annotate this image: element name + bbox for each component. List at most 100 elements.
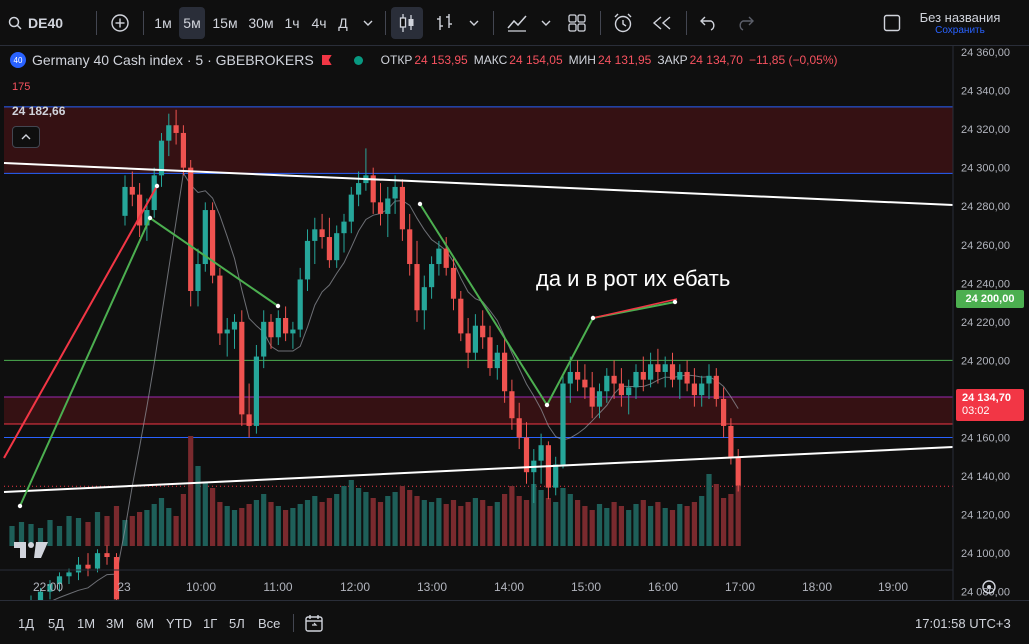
layouts-button[interactable] — [563, 7, 591, 39]
drawing-anchor-point — [275, 303, 281, 309]
compare-button[interactable] — [106, 7, 134, 39]
timeframe-d[interactable]: Д — [333, 7, 353, 39]
divider — [385, 11, 386, 35]
candle-body — [275, 317, 281, 338]
volume-bar — [545, 498, 551, 546]
volume-bar — [239, 508, 245, 546]
drawing-anchor-point — [590, 315, 596, 321]
indicators-button[interactable] — [432, 7, 458, 39]
candle-body — [560, 383, 566, 465]
price-tick-label: 24 300,00 — [961, 163, 1010, 175]
volume-bar — [516, 496, 522, 546]
range-1y[interactable]: 1Г — [203, 612, 217, 634]
alert-button[interactable] — [609, 7, 637, 39]
volume-bar — [253, 500, 259, 546]
volume-bar — [104, 516, 110, 546]
drawing-anchor-point — [672, 299, 678, 305]
undo-button[interactable] — [695, 7, 723, 39]
volume-bar — [122, 520, 128, 546]
range-ytd[interactable]: YTD — [166, 612, 192, 634]
volume-bar — [348, 480, 354, 546]
candles-type-button[interactable] — [391, 7, 423, 39]
goto-date-button[interactable] — [304, 612, 324, 634]
clock-timezone[interactable]: 17:01:58 UTC+3 — [915, 612, 1011, 634]
volume-bar — [626, 510, 632, 546]
volume-bar — [341, 486, 347, 546]
time-axis-settings-button[interactable] — [980, 578, 998, 601]
resistance-zone — [4, 106, 953, 174]
volume-bar — [166, 508, 172, 546]
volume-bar — [633, 504, 639, 546]
timeframe-label: 30м — [248, 15, 274, 31]
time-tick-label: 15:00 — [571, 580, 601, 594]
timeframe-5m[interactable]: 5м — [179, 7, 205, 39]
market-status-dot — [353, 55, 363, 65]
timeframe-label: Д — [338, 15, 348, 31]
volume-bar — [137, 512, 143, 546]
timeframe-30m[interactable]: 30м — [245, 7, 277, 39]
timeframe-1m[interactable]: 1м — [150, 7, 176, 39]
indicators-dropdown[interactable] — [536, 7, 556, 39]
redo-button[interactable] — [731, 7, 759, 39]
candle-body — [575, 371, 581, 380]
volume-bar — [691, 502, 697, 546]
symbol-search[interactable]: DE40 — [8, 7, 70, 39]
candle-body — [385, 198, 391, 214]
divider — [686, 11, 687, 35]
tradingview-logo[interactable] — [14, 540, 48, 565]
rewind-icon — [652, 16, 671, 30]
price-tick-label: 24 220,00 — [961, 317, 1010, 329]
chart-canvas[interactable]: 24 360,00 24 340,00 24 320,00 24 300,00 24 2… — [0, 46, 1029, 600]
range-6m[interactable]: 6М — [136, 612, 154, 634]
range-5y[interactable]: 5Л — [229, 612, 245, 634]
volume-bar — [261, 494, 267, 546]
candle-body — [414, 264, 420, 311]
timeframe-4h[interactable]: 4ч — [307, 7, 331, 39]
candle-body — [721, 398, 727, 426]
range-3m[interactable]: 3М — [106, 612, 124, 634]
volume-bar — [465, 502, 471, 546]
high-value: 24 154,05 — [509, 53, 563, 67]
legend-title[interactable]: Germany 40 Cash index · 5 · GBEBROKERS — [32, 52, 314, 68]
candle-body — [648, 364, 654, 380]
candle-body — [662, 364, 668, 372]
volume-bar — [421, 500, 427, 546]
collapse-legend-button[interactable] — [12, 126, 40, 148]
price-tick-label: 24 200,00 — [961, 355, 1010, 367]
volume-bar — [589, 510, 595, 546]
chart-annotation-text[interactable]: да и в рот их ебать — [536, 266, 730, 292]
range-1m[interactable]: 1М — [77, 612, 95, 634]
chart-pane[interactable]: 24 360,00 24 340,00 24 320,00 24 300,00 24 2… — [0, 46, 1029, 600]
flag-icon[interactable] — [321, 55, 332, 65]
chart-type-dropdown[interactable] — [464, 7, 484, 39]
volume-bar — [596, 504, 603, 546]
replay-button[interactable] — [648, 7, 676, 39]
candle-body — [567, 371, 573, 384]
time-tick-label: 23 — [117, 580, 131, 594]
candle-body — [487, 337, 493, 369]
range-label: 5Д — [48, 615, 65, 631]
layout-toggle-button[interactable] — [880, 7, 904, 39]
timeframe-dropdown[interactable] — [358, 7, 378, 39]
time-tick-label: 10:00 — [186, 580, 216, 594]
time-tick-label: 22:00 — [33, 580, 63, 594]
divider — [96, 11, 97, 35]
timeframe-1h[interactable]: 1ч — [280, 7, 304, 39]
alarm-clock-icon — [614, 13, 632, 33]
divider — [143, 11, 144, 35]
candle-body — [122, 186, 128, 216]
range-1d[interactable]: 1Д — [18, 612, 34, 634]
close-label: ЗАКР — [657, 53, 688, 67]
time-tick-label: 12:00 — [340, 580, 370, 594]
volume-bar — [275, 506, 281, 546]
candle-body — [283, 317, 289, 334]
range-all[interactable]: Все — [258, 612, 280, 634]
candle-body — [195, 264, 201, 292]
timeframe-label: 1ч — [284, 15, 300, 31]
candle-body — [509, 391, 515, 419]
candle-body — [348, 194, 354, 222]
layout-name-button[interactable]: Без названия Сохранить — [910, 7, 1010, 39]
indicators-menu-button[interactable] — [503, 7, 531, 39]
timeframe-15m[interactable]: 15м — [209, 7, 241, 39]
range-5d[interactable]: 5Д — [48, 612, 64, 634]
